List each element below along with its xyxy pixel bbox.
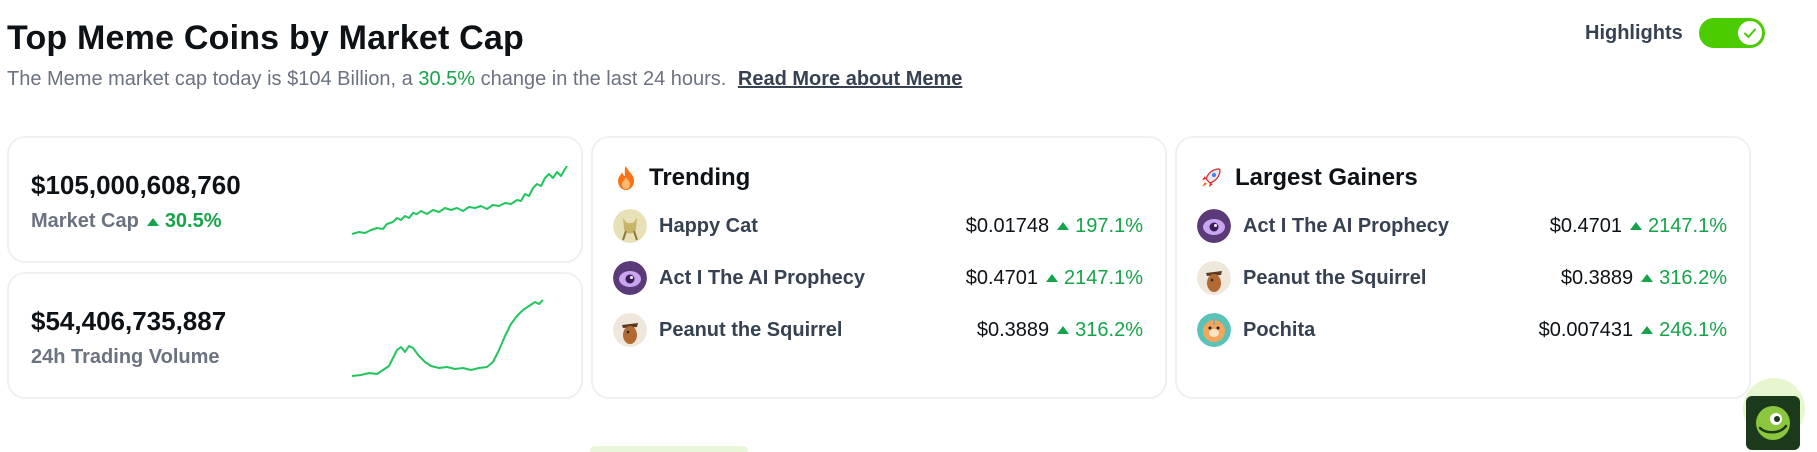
trending-title: Trending [649, 164, 751, 191]
subtitle-suffix: change in the last 24 hours. [480, 68, 727, 90]
coin-change-value: 2147.1% [1648, 214, 1727, 237]
bottom-tab-highlight [590, 446, 748, 452]
coin-change: 316.2% [1057, 319, 1143, 342]
gainers-item-act-i[interactable]: Act I The AI Prophecy $0.4701 2147.1% [1197, 208, 1727, 244]
gainers-title: Largest Gainers [1235, 164, 1418, 191]
trending-card: Trending Happy Cat $0.01748 197.1% Act I… [591, 136, 1167, 399]
market-cap-label: Market Cap [31, 210, 139, 232]
caret-up-icon [1057, 326, 1070, 334]
pochita-avatar [1197, 313, 1231, 347]
coin-change: 197.1% [1057, 215, 1143, 238]
check-icon [1743, 28, 1756, 38]
market-cap-label-row: Market Cap 30.5% [31, 210, 222, 233]
subtitle-prefix: The Meme market cap today is $104 Billio… [7, 68, 413, 90]
gecko-icon [1756, 406, 1790, 440]
act-i-avatar [1197, 209, 1231, 243]
coin-price: $0.01748 [965, 214, 1050, 237]
read-more-link[interactable]: Read More about Meme [738, 68, 962, 90]
fire-icon [618, 166, 634, 190]
trading-volume-label-row: 24h Trading Volume [31, 346, 220, 369]
page-subtitle: The Meme market cap today is $104 Billio… [7, 66, 962, 92]
trading-volume-card: $54,406,735,887 24h Trading Volume [7, 272, 583, 399]
coin-price: $0.3889 [976, 318, 1050, 341]
caret-up-icon [1630, 222, 1643, 230]
coin-change-value: 197.1% [1075, 214, 1143, 237]
coin-change-value: 316.2% [1075, 318, 1143, 341]
trending-title-row: Trending [615, 164, 750, 192]
trading-volume-label: 24h Trading Volume [31, 346, 220, 368]
largest-gainers-card: Largest Gainers Act I The AI Prophecy $0… [1175, 136, 1751, 399]
caret-up-icon [1641, 326, 1654, 334]
coin-name: Act I The AI Prophecy [1243, 214, 1449, 237]
rocket-icon [1202, 168, 1221, 187]
caret-up-icon [1046, 274, 1059, 282]
trading-volume-sparkline [351, 299, 544, 377]
coin-price: $0.007431 [1538, 318, 1634, 341]
coin-price: $0.4701 [1549, 214, 1623, 237]
happy-cat-avatar [613, 209, 647, 243]
coin-price: $0.3889 [1560, 266, 1634, 289]
trading-volume-value: $54,406,735,887 [31, 306, 227, 336]
coin-change: 2147.1% [1046, 267, 1143, 290]
toggle-knob [1735, 19, 1764, 47]
subtitle-change: 30.5% [418, 68, 476, 90]
market-cap-change-value: 30.5% [164, 210, 222, 232]
page-title: Top Meme Coins by Market Cap [7, 19, 524, 57]
coin-name: Peanut the Squirrel [659, 318, 843, 341]
caret-up-icon [1641, 274, 1654, 282]
coin-change: 316.2% [1641, 267, 1727, 290]
caret-up-icon [1057, 222, 1070, 230]
caret-up-icon [146, 217, 159, 226]
trending-item-act-i[interactable]: Act I The AI Prophecy $0.4701 2147.1% [613, 260, 1143, 296]
market-cap-change: 30.5% [146, 210, 222, 233]
market-cap-card: $105,000,608,760 Market Cap 30.5% [7, 136, 583, 263]
coin-change-value: 316.2% [1659, 266, 1727, 289]
highlights-control: Highlights [1585, 18, 1765, 48]
coin-change: 2147.1% [1630, 215, 1727, 238]
coin-name: Happy Cat [659, 214, 758, 237]
act-i-avatar [613, 261, 647, 295]
peanut-squirrel-avatar [1197, 261, 1231, 295]
trending-item-happy-cat[interactable]: Happy Cat $0.01748 197.1% [613, 208, 1143, 244]
coin-name: Peanut the Squirrel [1243, 266, 1427, 289]
coin-change-value: 246.1% [1659, 318, 1727, 341]
coin-name: Act I The AI Prophecy [659, 266, 865, 289]
gainers-title-row: Largest Gainers [1199, 164, 1418, 192]
gainers-item-peanut[interactable]: Peanut the Squirrel $0.3889 316.2% [1197, 260, 1727, 296]
highlights-toggle[interactable] [1698, 18, 1765, 48]
peanut-squirrel-avatar [613, 313, 647, 347]
highlights-label: Highlights [1585, 21, 1683, 44]
coin-change: 246.1% [1641, 319, 1727, 342]
market-cap-sparkline [351, 165, 568, 235]
coin-name: Pochita [1243, 318, 1316, 341]
trending-item-peanut[interactable]: Peanut the Squirrel $0.3889 316.2% [613, 312, 1143, 348]
market-cap-value: $105,000,608,760 [31, 170, 241, 200]
page-header: Top Meme Coins by Market Cap The Meme ma… [7, 16, 962, 92]
gecko-chat-button[interactable] [1746, 396, 1800, 450]
gainers-item-pochita[interactable]: Pochita $0.007431 246.1% [1197, 312, 1727, 348]
coin-change-value: 2147.1% [1064, 266, 1143, 289]
coin-price: $0.4701 [965, 266, 1039, 289]
